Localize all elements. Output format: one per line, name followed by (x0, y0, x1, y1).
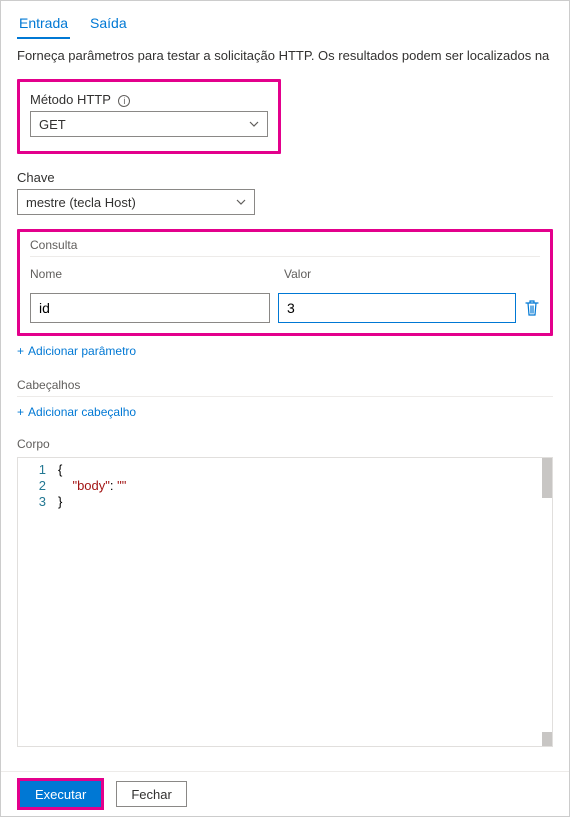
chevron-down-icon (236, 197, 246, 207)
footer: Executar Fechar (1, 771, 569, 816)
editor-scrollbar[interactable] (542, 458, 552, 746)
param-value-input[interactable] (278, 293, 516, 323)
http-method-select[interactable]: GET (30, 111, 268, 137)
editor-gutter: 123 (18, 458, 54, 746)
key-select[interactable]: mestre (tecla Host) (17, 189, 255, 215)
query-title: Consulta (30, 238, 540, 252)
add-header-label: Adicionar cabeçalho (28, 405, 136, 419)
tab-output[interactable]: Saída (88, 11, 129, 39)
body-label: Corpo (17, 437, 553, 451)
editor-code[interactable]: { "body": "" } (54, 458, 552, 746)
query-section: Consulta Nome Valor (17, 229, 553, 336)
add-parameter-link[interactable]: + Adicionar parâmetro (17, 344, 136, 358)
http-method-label: Método HTTP i (30, 92, 268, 107)
add-parameter-label: Adicionar parâmetro (28, 344, 136, 358)
info-icon[interactable]: i (118, 95, 130, 107)
query-name-header: Nome (30, 267, 284, 281)
description-text: Forneça parâmetros para testar a solicit… (17, 48, 553, 63)
chevron-down-icon (249, 119, 259, 129)
add-header-link[interactable]: + Adicionar cabeçalho (17, 405, 136, 419)
plus-icon: + (17, 344, 24, 358)
http-method-label-text: Método HTTP (30, 92, 111, 107)
query-value-header: Valor (284, 267, 540, 281)
headers-title: Cabeçalhos (17, 378, 553, 392)
plus-icon: + (17, 405, 24, 419)
trash-icon[interactable] (524, 299, 540, 317)
query-param-row (30, 293, 540, 323)
close-button[interactable]: Fechar (116, 781, 186, 807)
tab-input[interactable]: Entrada (17, 11, 70, 39)
key-label: Chave (17, 170, 553, 185)
run-button[interactable]: Executar (20, 781, 101, 807)
body-editor[interactable]: 123 { "body": "" } (17, 457, 553, 747)
http-method-group: Método HTTP i GET (17, 79, 281, 154)
key-value: mestre (tecla Host) (26, 195, 136, 210)
param-name-input[interactable] (30, 293, 270, 323)
http-method-value: GET (39, 117, 66, 132)
run-button-highlight: Executar (17, 778, 104, 810)
